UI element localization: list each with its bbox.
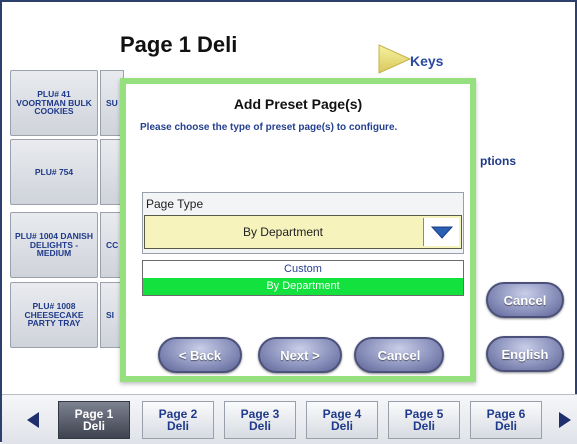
chevron-down-icon — [430, 226, 453, 239]
plu-partial-label: SI — [106, 310, 115, 320]
back-button[interactable]: < Back — [158, 337, 242, 373]
next-page-button[interactable] — [554, 404, 576, 436]
tab-page-6[interactable]: Page 6 Deli — [470, 401, 542, 439]
tab-line2: Deli — [494, 419, 517, 433]
tab-page-5[interactable]: Page 5 Deli — [388, 401, 460, 439]
options-text: ptions — [480, 154, 516, 168]
dialog-title: Add Preset Page(s) — [233, 96, 363, 112]
cancel-button-behind[interactable]: Cancel — [486, 282, 564, 318]
app-frame: Page 1 Deli Keys PLU# 41 VOORTMAN BULK C… — [0, 0, 577, 444]
plu-button-1008[interactable]: PLU# 1008 CHEESECAKE PARTY TRAY — [10, 282, 98, 348]
page-title: Page 1 Deli — [120, 32, 238, 57]
dropdown-button[interactable] — [423, 218, 459, 246]
plu-label: PLU# 41 VOORTMAN BULK COOKIES — [16, 88, 92, 117]
plu-button-754[interactable]: PLU# 754 — [10, 139, 98, 205]
prev-page-button[interactable] — [22, 404, 44, 436]
plu-label: PLU# 754 — [34, 166, 74, 177]
cancel-button[interactable]: Cancel — [354, 337, 444, 373]
tab-page-4[interactable]: Page 4 Deli — [306, 401, 378, 439]
tab-page-3[interactable]: Page 3 Deli — [224, 401, 296, 439]
tab-line2: Deli — [82, 419, 105, 433]
triangle-right-icon — [559, 412, 571, 428]
tab-page-1[interactable]: Page 1 Deli — [58, 401, 130, 439]
page-tab-bar: Page 1 Deli Page 2 Deli Page 3 Deli Page… — [2, 394, 577, 444]
plu-button-1004[interactable]: PLU# 1004 DANISH DELIGHTS - MEDIUM — [10, 212, 98, 278]
keys-label: Keys — [410, 53, 444, 69]
dialog-subtitle: Please choose the type of preset page(s)… — [140, 122, 398, 133]
page-type-value: By Department — [242, 225, 324, 239]
tab-page-2[interactable]: Page 2 Deli — [142, 401, 214, 439]
page-type-group: Page Type By Department — [142, 192, 464, 254]
page-type-label: Page Type — [146, 197, 204, 211]
plu-label: PLU# 1004 DANISH DELIGHTS - MEDIUM — [15, 230, 93, 259]
tab-line2: Deli — [330, 419, 353, 433]
keys-link[interactable]: Keys — [376, 42, 486, 76]
plu-partial-label: CC — [106, 240, 119, 250]
plu-label: PLU# 1008 CHEESECAKE PARTY TRAY — [24, 300, 84, 329]
triangle-right-icon — [378, 44, 412, 74]
plu-button-41[interactable]: PLU# 41 VOORTMAN BULK COOKIES — [10, 70, 98, 136]
add-preset-dialog: Add Preset Page(s) Please choose the typ… — [120, 78, 476, 382]
page-type-options-list: Custom By Department — [142, 260, 464, 296]
plu-partial-label: SU — [106, 98, 118, 108]
next-button[interactable]: Next > — [258, 337, 342, 373]
option-by-department[interactable]: By Department — [143, 278, 463, 295]
tab-line2: Deli — [412, 419, 435, 433]
option-custom[interactable]: Custom — [143, 261, 463, 278]
triangle-left-icon — [27, 412, 39, 428]
page-type-select[interactable]: By Department — [144, 215, 462, 249]
english-button[interactable]: English — [486, 336, 564, 372]
tab-line2: Deli — [248, 419, 271, 433]
tab-line2: Deli — [166, 419, 189, 433]
